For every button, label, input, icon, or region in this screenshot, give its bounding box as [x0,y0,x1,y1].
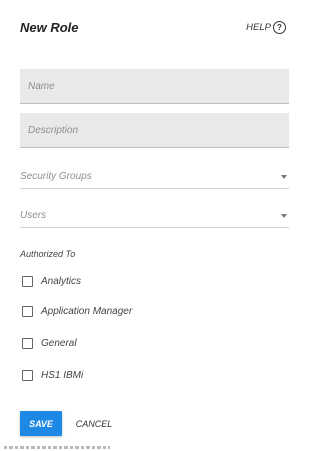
security-groups-label: Security Groups [20,171,92,182]
cut-off-footer-text [0,444,120,451]
dialog-title: New Role [20,20,79,35]
description-field[interactable] [20,113,289,148]
authorized-to-label: Authorized To [20,249,76,259]
caret-down-icon [281,175,287,179]
checkbox-label: HS1 IBMi [41,370,84,381]
checkbox-box[interactable] [22,276,33,287]
checkbox-box[interactable] [22,370,33,381]
checkbox-application-manager[interactable]: Application Manager [22,306,132,317]
checkbox-analytics[interactable]: Analytics [22,276,81,287]
checkbox-label: Analytics [41,276,82,287]
cancel-button[interactable]: CANCEL [72,411,116,436]
checkbox-general[interactable]: General [22,338,77,349]
question-circle-icon: ? [273,21,286,34]
new-role-dialog: New Role HELP ? Security Groups Users Au… [0,0,300,451]
users-select[interactable]: Users [20,210,289,228]
save-button[interactable]: SAVE [20,411,62,436]
checkbox-box[interactable] [22,338,33,349]
checkbox-hs1-ibmi[interactable]: HS1 IBMi [22,370,83,381]
help-label: HELP [246,22,271,33]
name-field[interactable] [20,69,289,104]
security-groups-select[interactable]: Security Groups [20,171,289,189]
checkbox-label: General [41,338,77,349]
users-label: Users [20,210,47,221]
help-link[interactable]: HELP ? [246,21,286,34]
checkbox-label: Application Manager [41,306,133,317]
caret-down-icon [281,214,287,218]
checkbox-box[interactable] [22,306,33,317]
